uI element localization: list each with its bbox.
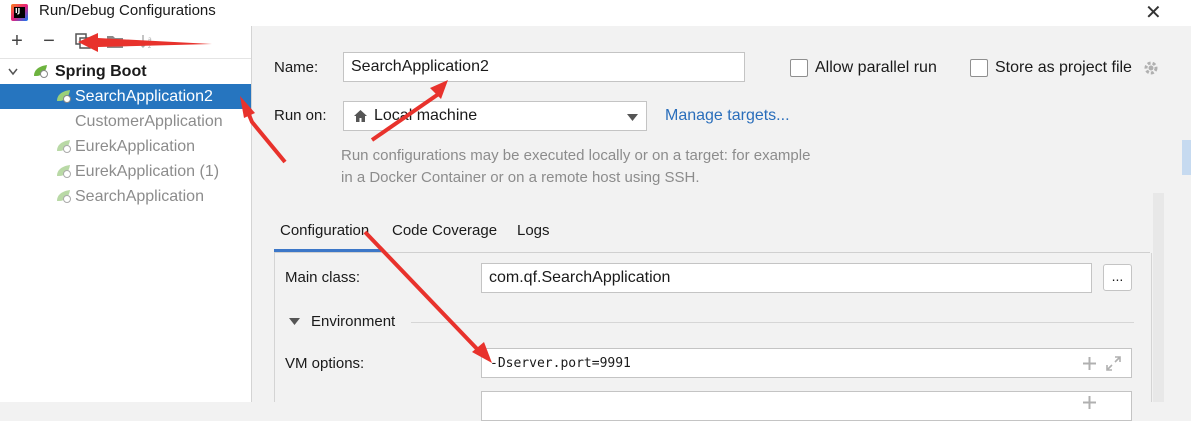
spring-boot-icon [57, 90, 71, 103]
plus-icon[interactable] [1083, 396, 1096, 409]
folder-icon[interactable] [104, 30, 126, 52]
annotation-arrow-3-head [430, 80, 448, 99]
sort-icon[interactable]: az [136, 30, 158, 52]
tree-item-searchapplication2[interactable]: SearchApplication2 [0, 84, 251, 109]
run-on-select[interactable]: Local machine [343, 101, 647, 131]
main-class-field[interactable]: com.qf.SearchApplication [481, 263, 1092, 293]
spring-boot-icon [57, 190, 71, 203]
dropdown-arrow-icon [627, 114, 638, 121]
intellij-app-icon: IJ [11, 4, 28, 21]
tree-toolbar: + − az [0, 26, 251, 59]
main-class-value: com.qf.SearchApplication [489, 269, 671, 286]
vm-options-field[interactable]: -Dserver.port=9991 [481, 348, 1132, 378]
tree-item-label: EurekApplication (1) [75, 162, 220, 180]
copy-icon[interactable] [72, 30, 94, 52]
collapse-arrow-icon[interactable] [289, 318, 300, 325]
vertical-scrollbar[interactable] [1153, 193, 1164, 402]
tree-item-label: CustomerApplication [75, 112, 223, 130]
tree-item-label: SearchApplication [75, 187, 204, 205]
expand-icon[interactable] [1106, 356, 1121, 371]
spring-boot-icon [57, 140, 71, 153]
run-on-hint: Run configurations may be executed local… [341, 147, 811, 186]
tree-item-searchapplication[interactable]: SearchApplication [0, 184, 251, 209]
tree-item-customerapplication[interactable]: CustomerApplication [0, 109, 251, 134]
name-label: Name: [274, 59, 319, 76]
vm-options-label: VM options: [285, 355, 365, 372]
store-as-project-file-checkbox[interactable] [970, 59, 988, 77]
spring-boot-icon [34, 65, 48, 78]
browse-main-class-button[interactable]: ... [1103, 264, 1132, 291]
gear-icon[interactable] [1142, 59, 1160, 77]
vm-options-value: -Dserver.port=9991 [490, 356, 631, 371]
run-on-label: Run on: [274, 107, 327, 124]
section-divider [411, 322, 1134, 323]
name-field-value: SearchApplication2 [351, 58, 489, 75]
store-as-project-file-label: Store as project file [995, 59, 1132, 76]
window-edge-highlight [1182, 140, 1191, 175]
tree-item-label: EurekApplication [75, 137, 196, 155]
configurations-tree-panel: + − az Spring Boot SearchApplication2 Cu… [0, 26, 252, 402]
tree-item-label: SearchApplication2 [75, 87, 213, 105]
spring-boot-icon [57, 165, 71, 178]
main-class-label: Main class: [285, 269, 361, 286]
tab-logs[interactable]: Logs [517, 222, 550, 239]
svg-text:a: a [148, 36, 152, 43]
window-title: Run/Debug Configurations [39, 2, 216, 19]
home-icon [354, 110, 367, 122]
add-icon[interactable]: + [6, 30, 28, 52]
chevron-down-icon[interactable] [8, 65, 18, 79]
allow-parallel-run-checkbox[interactable] [790, 59, 808, 77]
tab-code-coverage[interactable]: Code Coverage [392, 222, 497, 239]
close-icon[interactable]: ✕ [1145, 0, 1162, 25]
plus-icon[interactable] [1083, 357, 1096, 370]
tree-item-eurekapplication-1[interactable]: EurekApplication (1) [0, 159, 251, 184]
tab-configuration[interactable]: Configuration [280, 222, 369, 239]
remove-icon[interactable]: − [38, 30, 60, 52]
tree-item-eurekapplication[interactable]: EurekApplication [0, 134, 251, 159]
environment-section-label[interactable]: Environment [311, 313, 395, 330]
tree-group-spring-boot[interactable]: Spring Boot [0, 59, 251, 84]
name-field[interactable]: SearchApplication2 [343, 52, 745, 82]
allow-parallel-run-label: Allow parallel run [815, 59, 937, 76]
manage-targets-link[interactable]: Manage targets... [665, 107, 790, 125]
title-bar: IJ Run/Debug Configurations ✕ [0, 0, 1191, 26]
tree-group-label: Spring Boot [55, 62, 147, 80]
program-arguments-field[interactable] [481, 391, 1132, 421]
run-on-value: Local machine [374, 107, 478, 124]
svg-text:z: z [148, 43, 151, 49]
